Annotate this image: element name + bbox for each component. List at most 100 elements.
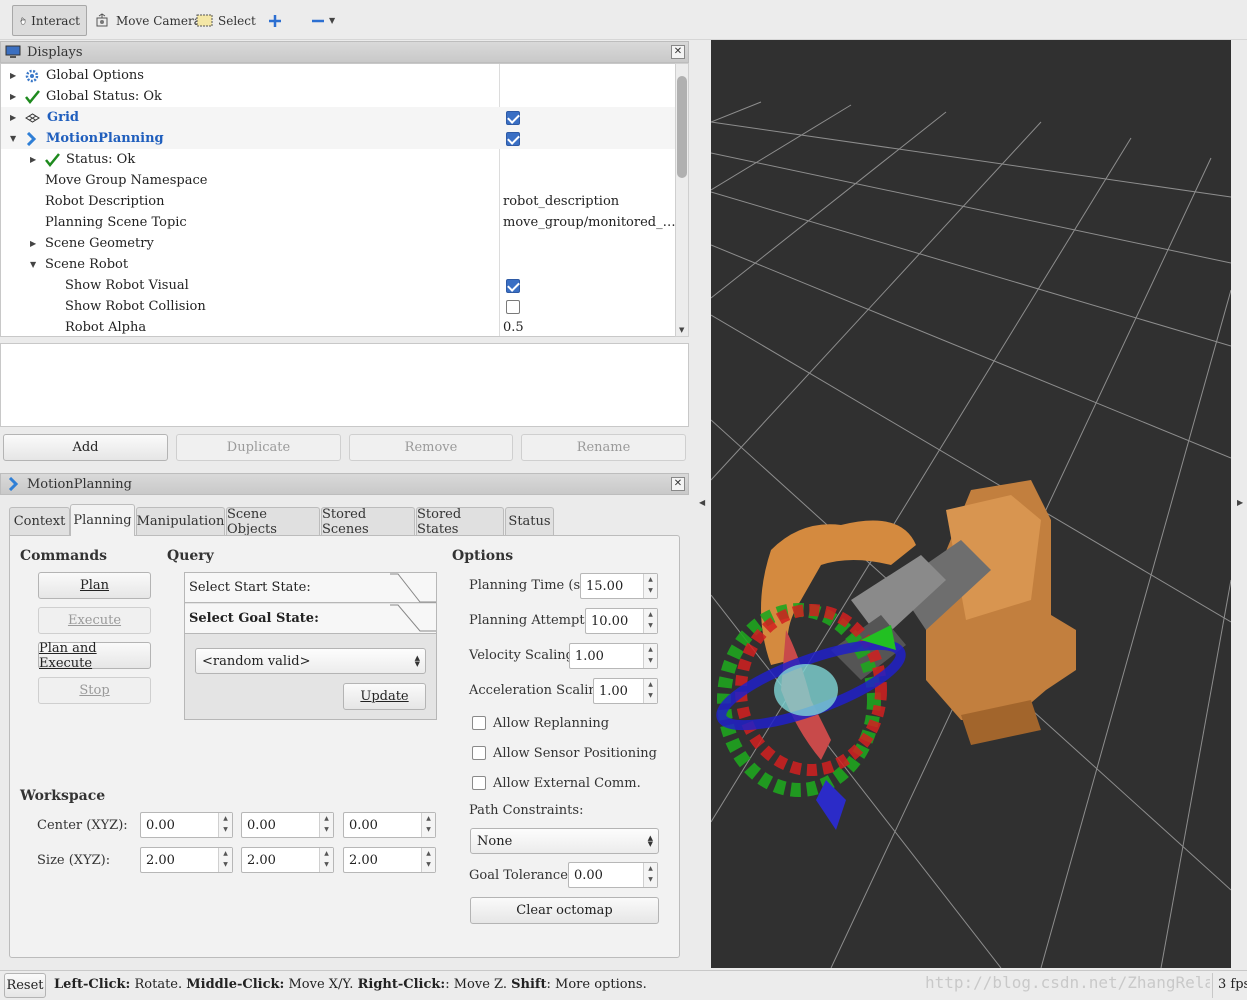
spin-arrows-icon[interactable]: ▲ ▼	[421, 848, 435, 872]
hint-right-text: : Move Z.	[445, 977, 512, 992]
tree-row-robot-description[interactable]: Robot Description robot_description	[1, 191, 676, 212]
interact-tool-button[interactable]: Interact	[12, 5, 87, 36]
tab-scene-objects[interactable]: Scene Objects	[226, 507, 320, 537]
goal-tolerance-spinbox[interactable]: 0.00 ▲ ▼	[568, 862, 658, 888]
move-camera-label: Move Camera	[116, 13, 201, 28]
tree-label: Global Options	[46, 68, 144, 83]
spin-value: 1.00	[575, 648, 604, 664]
tree-value[interactable]: move_group/monitored_…	[503, 215, 676, 230]
scroll-down-icon[interactable]: ▼	[679, 326, 684, 334]
expand-arrow-icon[interactable]: ▶	[10, 71, 16, 80]
remove-tool-dropdown[interactable]: ▼	[305, 5, 341, 36]
center-x-spinbox[interactable]: 0.00 ▲ ▼	[140, 812, 233, 838]
motionplanning-enabled-checkbox[interactable]	[506, 132, 520, 146]
show-robot-visual-checkbox[interactable]	[506, 279, 520, 293]
goal-state-select[interactable]: <random valid> ▲ ▼	[195, 648, 426, 674]
start-state-label: Select Start State:	[189, 580, 311, 595]
spin-arrows-icon[interactable]: ▲ ▼	[643, 679, 657, 703]
add-tool-button[interactable]	[262, 5, 288, 36]
planning-time-spinbox[interactable]: 15.00 ▲ ▼	[580, 573, 658, 599]
spin-arrows-icon[interactable]: ▲ ▼	[319, 813, 333, 837]
hint-left-text: Rotate.	[130, 977, 187, 992]
tree-row-robot-alpha[interactable]: Robot Alpha 0.5	[1, 317, 676, 336]
spin-arrows-icon[interactable]: ▲ ▼	[643, 863, 657, 887]
plan-and-execute-button[interactable]: Plan and Execute	[38, 641, 151, 671]
center-z-spinbox[interactable]: 0.00 ▲ ▼	[343, 812, 436, 838]
tree-label: Grid	[47, 110, 79, 125]
close-icon[interactable]: ✕	[671, 45, 685, 59]
allow-replanning-label: Allow Replanning	[493, 716, 610, 731]
select-rect-icon	[196, 14, 213, 26]
tree-row-status[interactable]: ▶ Status: Ok	[1, 149, 676, 170]
tree-row-planning-scene-topic[interactable]: Planning Scene Topic move_group/monitore…	[1, 212, 676, 233]
collapse-right-icon[interactable]: ▶	[1237, 498, 1243, 507]
expand-arrow-icon[interactable]: ▶	[10, 92, 16, 101]
close-icon[interactable]: ✕	[671, 477, 685, 491]
update-button[interactable]: Update	[343, 683, 426, 710]
tab-status[interactable]: Status	[505, 507, 554, 535]
rename-display-button[interactable]: Rename	[521, 434, 686, 461]
3d-render-viewport[interactable]	[711, 40, 1231, 968]
select-label: Select	[218, 13, 256, 28]
duplicate-display-button[interactable]: Duplicate	[176, 434, 341, 461]
tree-row-show-robot-collision[interactable]: Show Robot Collision	[1, 296, 676, 317]
tree-value[interactable]: robot_description	[503, 194, 619, 209]
fps-counter: 3 fps	[1212, 973, 1247, 998]
allow-replanning-checkbox[interactable]	[472, 716, 486, 730]
tree-row-motionplanning[interactable]: ▼ MotionPlanning	[1, 128, 676, 149]
tree-value[interactable]: 0.5	[503, 320, 524, 335]
expand-arrow-icon[interactable]: ▶	[10, 113, 16, 122]
stop-button[interactable]: Stop	[38, 677, 151, 704]
show-robot-collision-checkbox[interactable]	[506, 300, 520, 314]
center-y-spinbox[interactable]: 0.00 ▲ ▼	[241, 812, 334, 838]
tree-scrollbar-thumb[interactable]	[677, 76, 687, 178]
tree-row-show-robot-visual[interactable]: Show Robot Visual	[1, 275, 676, 296]
collapse-arrow-icon[interactable]: ▼	[10, 134, 16, 143]
tab-context[interactable]: Context	[9, 507, 70, 535]
size-y-spinbox[interactable]: 2.00 ▲ ▼	[241, 847, 334, 873]
collapse-left-icon[interactable]: ◀	[699, 498, 705, 507]
tree-row-global-status[interactable]: ▶ Global Status: Ok	[1, 86, 676, 107]
planning-attempts-spinbox[interactable]: 10.00 ▲ ▼	[585, 608, 658, 634]
path-constraints-label: Path Constraints:	[469, 803, 584, 818]
clear-octomap-button[interactable]: Clear octomap	[470, 897, 659, 924]
displays-title: Displays	[27, 44, 83, 60]
expand-arrow-icon[interactable]: ▶	[30, 155, 36, 164]
velocity-scaling-spinbox[interactable]: 1.00 ▲ ▼	[569, 643, 658, 669]
grid-enabled-checkbox[interactable]	[506, 111, 520, 125]
add-display-button[interactable]: Add	[3, 434, 168, 461]
collapse-arrow-icon[interactable]: ▼	[30, 260, 36, 269]
path-constraints-value: None	[477, 833, 513, 849]
gear-icon	[25, 69, 39, 82]
expand-arrow-icon[interactable]: ▶	[30, 239, 36, 248]
spin-arrows-icon[interactable]: ▲ ▼	[643, 609, 657, 633]
spin-arrows-icon[interactable]: ▲ ▼	[643, 574, 657, 598]
plan-button[interactable]: Plan	[38, 572, 151, 599]
tree-label: Scene Geometry	[45, 236, 154, 251]
tree-row-global-options[interactable]: ▶ Global Options	[1, 65, 676, 86]
allow-external-comm-checkbox[interactable]	[472, 776, 486, 790]
tab-planning[interactable]: Planning	[70, 504, 135, 536]
tab-manipulation[interactable]: Manipulation	[136, 507, 225, 535]
tab-stored-scenes[interactable]: Stored Scenes	[321, 507, 415, 537]
tree-label: Show Robot Visual	[65, 278, 189, 293]
tree-row-grid[interactable]: ▶ Grid	[1, 107, 676, 128]
select-tool-button[interactable]: Select	[190, 5, 262, 36]
execute-button[interactable]: Execute	[38, 607, 151, 634]
spin-arrows-icon[interactable]: ▲ ▼	[218, 848, 232, 872]
spin-arrows-icon[interactable]: ▲ ▼	[421, 813, 435, 837]
spin-arrows-icon[interactable]: ▲ ▼	[319, 848, 333, 872]
spin-arrows-icon[interactable]: ▲ ▼	[218, 813, 232, 837]
tree-row-move-group-namespace[interactable]: Move Group Namespace	[1, 170, 676, 191]
tree-row-scene-robot[interactable]: ▼ Scene Robot	[1, 254, 676, 275]
acceleration-scaling-spinbox[interactable]: 1.00 ▲ ▼	[593, 678, 658, 704]
size-z-spinbox[interactable]: 2.00 ▲ ▼	[343, 847, 436, 873]
tab-stored-states[interactable]: Stored States	[416, 507, 504, 537]
allow-sensor-positioning-checkbox[interactable]	[472, 746, 486, 760]
size-x-spinbox[interactable]: 2.00 ▲ ▼	[140, 847, 233, 873]
tree-row-scene-geometry[interactable]: ▶ Scene Geometry	[1, 233, 676, 254]
path-constraints-select[interactable]: None ▲ ▼	[470, 828, 659, 854]
reset-button[interactable]: Reset	[4, 973, 46, 998]
remove-display-button[interactable]: Remove	[349, 434, 513, 461]
spin-arrows-icon[interactable]: ▲ ▼	[643, 644, 657, 668]
